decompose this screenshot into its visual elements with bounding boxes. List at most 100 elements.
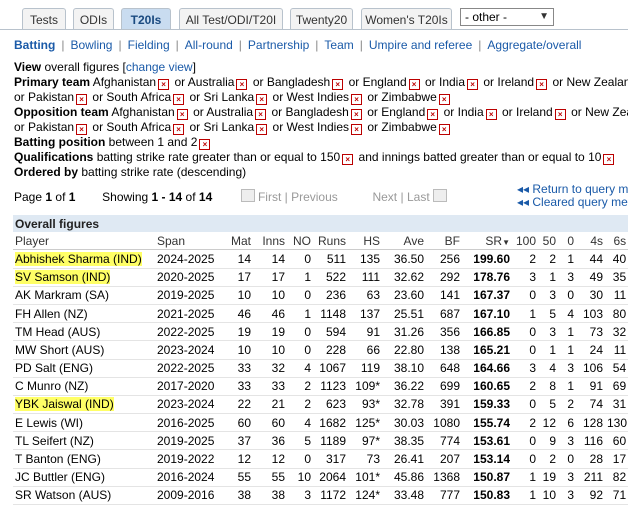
remove-filter-icon[interactable]: ×: [467, 78, 479, 90]
player-link[interactable]: YBK Jaiswal (IND): [15, 397, 114, 412]
remove-filter-icon[interactable]: ×: [554, 108, 566, 120]
change-view-link[interactable]: change view: [126, 60, 193, 74]
tab-womens-t20is[interactable]: Women's T20Is: [361, 8, 452, 30]
stat-cell: 256: [426, 249, 462, 269]
remove-filter-icon[interactable]: ×: [256, 123, 268, 135]
remove-filter-icon[interactable]: ×: [342, 153, 354, 165]
remove-filter-icon[interactable]: ×: [536, 78, 548, 90]
stat-cell: 2022-2025: [155, 359, 219, 378]
stat-cell: 22: [219, 395, 253, 415]
remove-filter-icon[interactable]: ×: [438, 93, 450, 105]
subnav-umpire-referee[interactable]: Umpire and referee: [369, 38, 472, 52]
opposition-team-line-2: or Pakistan × or South Africa × or Sri Lan…: [14, 120, 628, 135]
subnav-partnership[interactable]: Partnership: [248, 38, 309, 52]
remove-filter-icon[interactable]: ×: [255, 108, 267, 120]
table-row: PD Salt (ENG) 2022-2025 33 32 4 1067 119 38.10 6…: [13, 359, 628, 378]
stat-cell: 11: [605, 340, 628, 360]
player-link[interactable]: TM Head (AUS): [15, 325, 100, 339]
player-link[interactable]: T Banton (ENG): [15, 452, 101, 466]
player-link[interactable]: FH Allen (NZ): [15, 307, 88, 321]
view-line: View overall figures [change view]: [14, 60, 196, 74]
tab-odis[interactable]: ODIs: [73, 8, 114, 30]
col-ave[interactable]: Ave: [382, 232, 426, 251]
stat-cell: 92: [576, 486, 605, 505]
player-link[interactable]: MW Short (AUS): [15, 343, 104, 357]
remove-filter-icon[interactable]: ×: [408, 78, 420, 90]
player-link[interactable]: SV Samson (IND): [15, 270, 111, 285]
remove-filter-icon[interactable]: ×: [332, 78, 344, 90]
tab-tests[interactable]: Tests: [22, 8, 66, 30]
stat-cell: 14: [219, 249, 253, 269]
stat-cell: 10: [538, 486, 558, 505]
other-format-select[interactable]: - other - ▼: [460, 8, 554, 26]
col-50[interactable]: 50: [538, 232, 558, 251]
stat-cell: 1368: [426, 468, 462, 487]
col-no[interactable]: NO: [287, 232, 313, 251]
stat-cell: 1: [512, 486, 538, 505]
col-mat[interactable]: Mat: [219, 232, 253, 251]
stat-cell: 73: [348, 449, 382, 469]
col-hs[interactable]: HS: [348, 232, 382, 251]
stat-cell: 2019-2022: [155, 449, 219, 469]
col-inns[interactable]: Inns: [253, 232, 287, 251]
col-6s[interactable]: 6s: [605, 232, 628, 251]
last-page-link: Last: [406, 190, 430, 204]
remove-filter-icon[interactable]: ×: [76, 123, 88, 135]
player-link[interactable]: E Lewis (WI): [15, 416, 83, 430]
remove-filter-icon[interactable]: ×: [350, 108, 362, 120]
remove-filter-icon[interactable]: ×: [176, 108, 188, 120]
subnav-team[interactable]: Team: [324, 38, 353, 52]
col-bf[interactable]: BF: [426, 232, 462, 251]
remove-filter-icon[interactable]: ×: [351, 123, 363, 135]
remove-filter-icon[interactable]: ×: [173, 123, 185, 135]
tab-all-formats[interactable]: All Test/ODI/T20I: [179, 8, 283, 30]
stat-cell: 33: [253, 377, 287, 396]
player-link[interactable]: PD Salt (ENG): [15, 361, 93, 375]
player-link[interactable]: JC Buttler (ENG): [15, 470, 105, 484]
stat-cell: 141: [426, 286, 462, 305]
stat-cell: 160.65: [462, 377, 512, 396]
subnav-batting[interactable]: Batting: [14, 38, 55, 52]
remove-filter-icon[interactable]: ×: [351, 93, 363, 105]
remove-filter-icon[interactable]: ×: [427, 108, 439, 120]
stat-cell: 35: [605, 268, 628, 287]
return-to-query-link[interactable]: Return to query me: [532, 182, 628, 196]
player-link[interactable]: TL Seifert (NZ): [15, 434, 94, 448]
stat-cell: 28: [576, 449, 605, 469]
player-link[interactable]: Abhishek Sharma (IND): [15, 251, 142, 266]
player-link[interactable]: AK Markram (SA): [15, 288, 109, 302]
remove-filter-icon[interactable]: ×: [485, 108, 497, 120]
stat-cell: 777: [426, 486, 462, 505]
stat-cell: 12: [253, 449, 287, 469]
tab-t20is[interactable]: T20Is: [121, 8, 171, 30]
col-player[interactable]: Player: [13, 232, 155, 251]
stat-cell: 8: [538, 377, 558, 396]
remove-filter-icon[interactable]: ×: [236, 78, 248, 90]
remove-filter-icon[interactable]: ×: [438, 123, 450, 135]
col-runs[interactable]: Runs: [313, 232, 348, 251]
remove-filter-icon[interactable]: ×: [256, 93, 268, 105]
remove-filter-icon[interactable]: ×: [199, 138, 211, 150]
player-link[interactable]: C Munro (NZ): [15, 379, 88, 393]
subnav-fielding[interactable]: Fielding: [128, 38, 170, 52]
stat-cell: 687: [426, 304, 462, 324]
subnav-bowling[interactable]: Bowling: [70, 38, 112, 52]
col-100[interactable]: 100: [512, 232, 538, 251]
col-span[interactable]: Span: [155, 232, 219, 251]
player-link[interactable]: SR Watson (AUS): [15, 488, 111, 502]
subnav-all-round[interactable]: All-round: [185, 38, 233, 52]
remove-filter-icon[interactable]: ×: [173, 93, 185, 105]
col-0[interactable]: 0: [558, 232, 576, 251]
remove-filter-icon[interactable]: ×: [603, 153, 615, 165]
cleared-query-link[interactable]: Cleared query me: [532, 195, 627, 209]
remove-filter-icon[interactable]: ×: [158, 78, 170, 90]
tab-twenty20[interactable]: Twenty20: [290, 8, 353, 30]
stat-cell: 5: [287, 431, 313, 451]
col-sr[interactable]: SR▼: [462, 232, 512, 251]
stat-cell: 60: [253, 413, 287, 433]
stat-cell: 2021-2025: [155, 304, 219, 324]
remove-filter-icon[interactable]: ×: [76, 93, 88, 105]
col-4s[interactable]: 4s: [576, 232, 605, 251]
subnav-aggregate[interactable]: Aggregate/overall: [487, 38, 581, 52]
stat-cell: 32.78: [382, 395, 426, 415]
